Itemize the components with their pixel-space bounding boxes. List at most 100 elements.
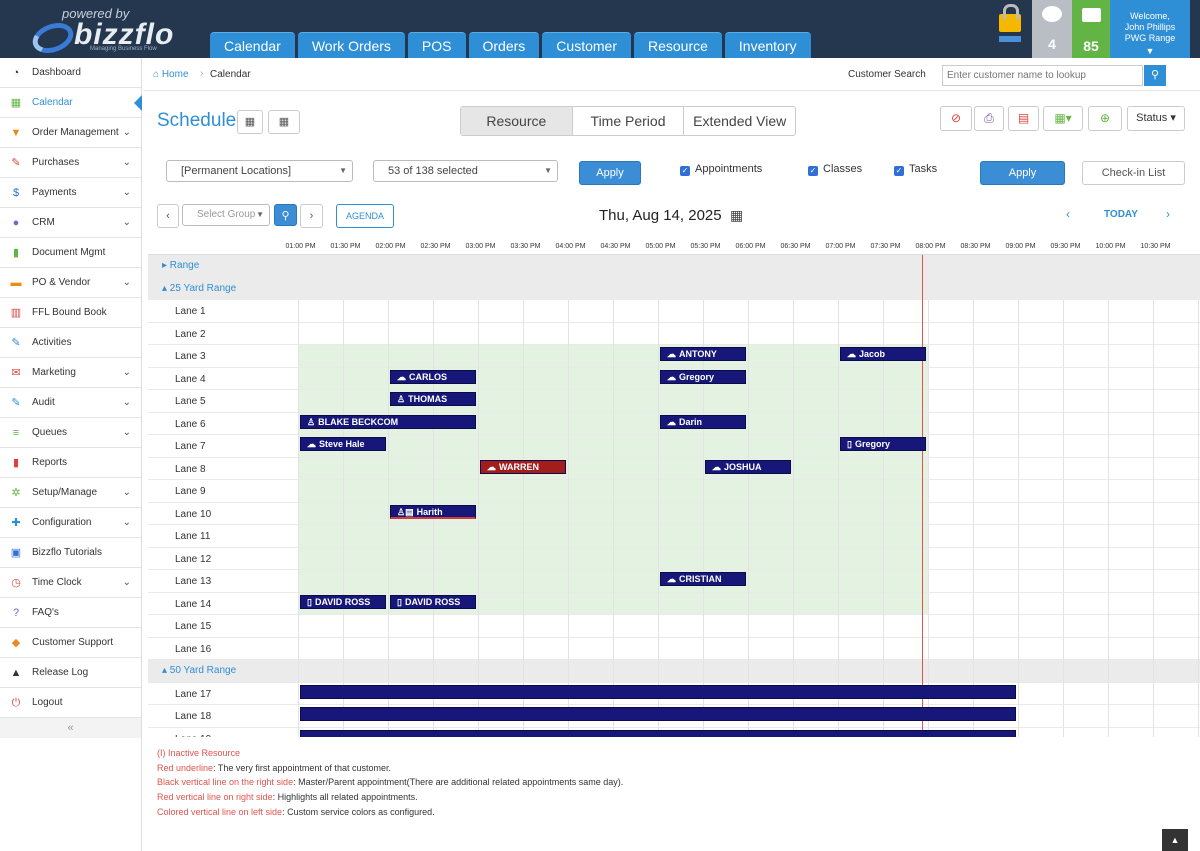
sidebar-item-order-management[interactable]: ▼ Order Management ⌄ — [0, 118, 141, 148]
mail-button[interactable]: 85 — [1072, 0, 1110, 58]
nav-tab-work-orders[interactable]: Work Orders — [297, 32, 405, 58]
tutorial-icon: ▣ — [10, 547, 22, 559]
range-group-label[interactable]: ▴ 25 Yard Range — [162, 283, 236, 294]
prev-page-button[interactable]: ‹ — [157, 204, 179, 228]
range-group-row[interactable]: ▴ 25 Yard Range — [148, 277, 1200, 300]
sidebar-item-marketing[interactable]: ✉ Marketing ⌄ — [0, 358, 141, 388]
check-in-list-button[interactable]: Check-in List — [1082, 161, 1185, 185]
sidebar-item-faq-s[interactable]: ? FAQ's — [0, 598, 141, 628]
sidebar-item-po-vendor[interactable]: ▬ PO & Vendor ⌄ — [0, 268, 141, 298]
appointment-block[interactable]: ☁ CRISTIAN — [660, 572, 746, 586]
sidebar-item-release-log[interactable]: ▲ Release Log — [0, 658, 141, 688]
view-tab-extended-view[interactable]: Extended View — [684, 107, 795, 135]
view-tab-time-period[interactable]: Time Period — [573, 107, 685, 135]
group-search-button[interactable]: ⚲ — [274, 204, 297, 226]
current-date: Thu, Aug 14, 2025 — [599, 207, 722, 224]
lock-button[interactable] — [990, 0, 1032, 58]
resource-select[interactable]: 53 of 138 selected ▼ — [373, 160, 558, 182]
nav-tab-pos[interactable]: POS — [407, 32, 466, 58]
nav-tab-customer[interactable]: Customer — [542, 32, 631, 58]
sidebar-item-purchases[interactable]: ✎ Purchases ⌄ — [0, 148, 141, 178]
add-calendar-button[interactable]: ▦▾ — [1043, 106, 1083, 131]
appointment-block[interactable]: ☁ Gregory — [660, 369, 746, 384]
appointment-block[interactable]: ☁ Jacob — [840, 347, 926, 361]
appointment-block[interactable] — [300, 707, 1016, 721]
grid-column-line — [1063, 300, 1064, 737]
appointment-block[interactable]: ☁ CARLOS — [390, 369, 476, 384]
pdf-button[interactable]: ▤ — [1008, 106, 1039, 131]
date-picker-button[interactable]: ▦ — [268, 110, 300, 134]
sidebar-item-time-clock[interactable]: ◷ Time Clock ⌄ — [0, 568, 141, 598]
appointment-block[interactable]: ♙ BLAKE BECKCOM — [300, 414, 476, 429]
group-select[interactable]: Select Group ▼ — [182, 204, 270, 226]
customer-search-input[interactable] — [942, 65, 1143, 86]
appointment-block[interactable]: ▯ DAVID ROSS — [390, 594, 476, 609]
sidebar-item-activities[interactable]: ✎ Activities — [0, 328, 141, 358]
sidebar-item-configuration[interactable]: ✚ Configuration ⌄ — [0, 508, 141, 538]
chat-button[interactable]: 4 — [1032, 0, 1072, 58]
appointment-block[interactable]: ♙ THOMAS — [390, 392, 476, 406]
print-button[interactable]: ⎙ — [974, 106, 1004, 131]
today-button[interactable]: TODAY — [1104, 209, 1138, 220]
tasks-checkbox[interactable]: ✓ Tasks — [894, 163, 937, 176]
range-group-row[interactable]: ▴ 50 Yard Range — [148, 660, 1200, 683]
appointment-block[interactable] — [300, 729, 1016, 737]
appointment-block[interactable] — [300, 684, 1016, 699]
sidebar-item-setup-manage[interactable]: ✲ Setup/Manage ⌄ — [0, 478, 141, 508]
sidebar-item-ffl-bound-book[interactable]: ▥ FFL Bound Book — [0, 298, 141, 328]
calendar-small-icon: ▦ — [244, 116, 256, 128]
nav-tab-resource[interactable]: Resource — [633, 32, 722, 58]
apply-types-button[interactable]: Apply — [980, 161, 1065, 185]
search-button[interactable]: ⚲ — [1144, 65, 1166, 86]
classes-checkbox[interactable]: ✓ Classes — [808, 163, 862, 176]
status-dropdown[interactable]: Status ▾ — [1127, 106, 1185, 131]
sidebar-item-document-mgmt[interactable]: ▮ Document Mgmt — [0, 238, 141, 268]
sidebar-item-dashboard[interactable]: ◔ Dashboard — [0, 58, 141, 88]
range-group-label[interactable]: ▸ Range — [162, 260, 199, 271]
chat-icon — [1042, 6, 1062, 22]
sidebar-item-calendar[interactable]: ▦ Calendar — [0, 88, 142, 118]
appointment-block[interactable]: ☁ JOSHUA — [705, 459, 791, 474]
sidebar-item-customer-support[interactable]: ◆ Customer Support — [0, 628, 141, 658]
grid-column-line — [793, 300, 794, 737]
location-select[interactable]: [Permanent Locations] ▼ — [166, 160, 353, 182]
apply-filter-button[interactable]: Apply — [579, 161, 641, 185]
appointment-block[interactable]: ☁ ANTONY — [660, 347, 746, 361]
date-calendar-icon[interactable]: ▦ — [730, 207, 743, 224]
prev-day-button[interactable]: ‹ — [1066, 207, 1070, 221]
crosshair-button[interactable]: ⊕ — [1088, 106, 1122, 131]
cancel-button[interactable]: ⊘ — [940, 106, 972, 131]
sidebar-collapse-button[interactable]: « — [0, 718, 141, 738]
appointment-block[interactable]: ♙▤ Harith — [390, 504, 476, 519]
sidebar-item-audit[interactable]: ✎ Audit ⌄ — [0, 388, 141, 418]
agenda-button[interactable]: AGENDA — [336, 204, 394, 228]
sidebar-item-logout[interactable]: ⏻ Logout — [0, 688, 141, 718]
nav-tab-calendar[interactable]: Calendar — [210, 32, 295, 58]
appointment-block[interactable]: ☁ Steve Hale — [300, 437, 386, 451]
appointments-checkbox[interactable]: ✓ Appointments — [680, 163, 762, 176]
nav-tab-inventory[interactable]: Inventory — [724, 32, 811, 58]
sidebar-item-reports[interactable]: ▮ Reports — [0, 448, 141, 478]
breadcrumb-home[interactable]: ⌂ Home — [153, 69, 189, 80]
mini-calendar-button[interactable]: ▦ — [237, 110, 263, 134]
user-menu[interactable]: Welcome, John Phillips PWG Range ▼ — [1110, 0, 1190, 58]
nav-tab-orders[interactable]: Orders — [468, 32, 540, 58]
appointment-block[interactable]: ▯ Gregory — [840, 437, 926, 451]
scroll-top-button[interactable]: ▲ — [1162, 829, 1188, 851]
range-group-row[interactable]: ▸ Range — [148, 255, 1200, 278]
chevron-down-icon: ⌄ — [122, 487, 131, 498]
chevron-down-icon: ⌄ — [122, 277, 131, 288]
next-day-button[interactable]: › — [1166, 207, 1170, 221]
next-page-button[interactable]: › — [300, 204, 323, 228]
bizzflo-logo[interactable]: powered by bizzflo Managing Business Flo… — [28, 6, 180, 59]
sidebar-item-queues[interactable]: ≡ Queues ⌄ — [0, 418, 141, 448]
range-group-label[interactable]: ▴ 50 Yard Range — [162, 665, 236, 676]
view-tab-resource[interactable]: Resource — [461, 107, 573, 135]
sidebar-item-bizzflo-tutorials[interactable]: ▣ Bizzflo Tutorials — [0, 538, 141, 568]
sidebar-item-payments[interactable]: $ Payments ⌄ — [0, 178, 141, 208]
appointment-block[interactable]: ☁ Darin — [660, 414, 746, 429]
sidebar-item-crm[interactable]: ● CRM ⌄ — [0, 208, 141, 238]
appointment-block[interactable]: ▯ DAVID ROSS — [300, 594, 386, 609]
appointment-block[interactable]: ☁ WARREN — [480, 459, 566, 474]
classes-label: Classes — [823, 163, 863, 175]
